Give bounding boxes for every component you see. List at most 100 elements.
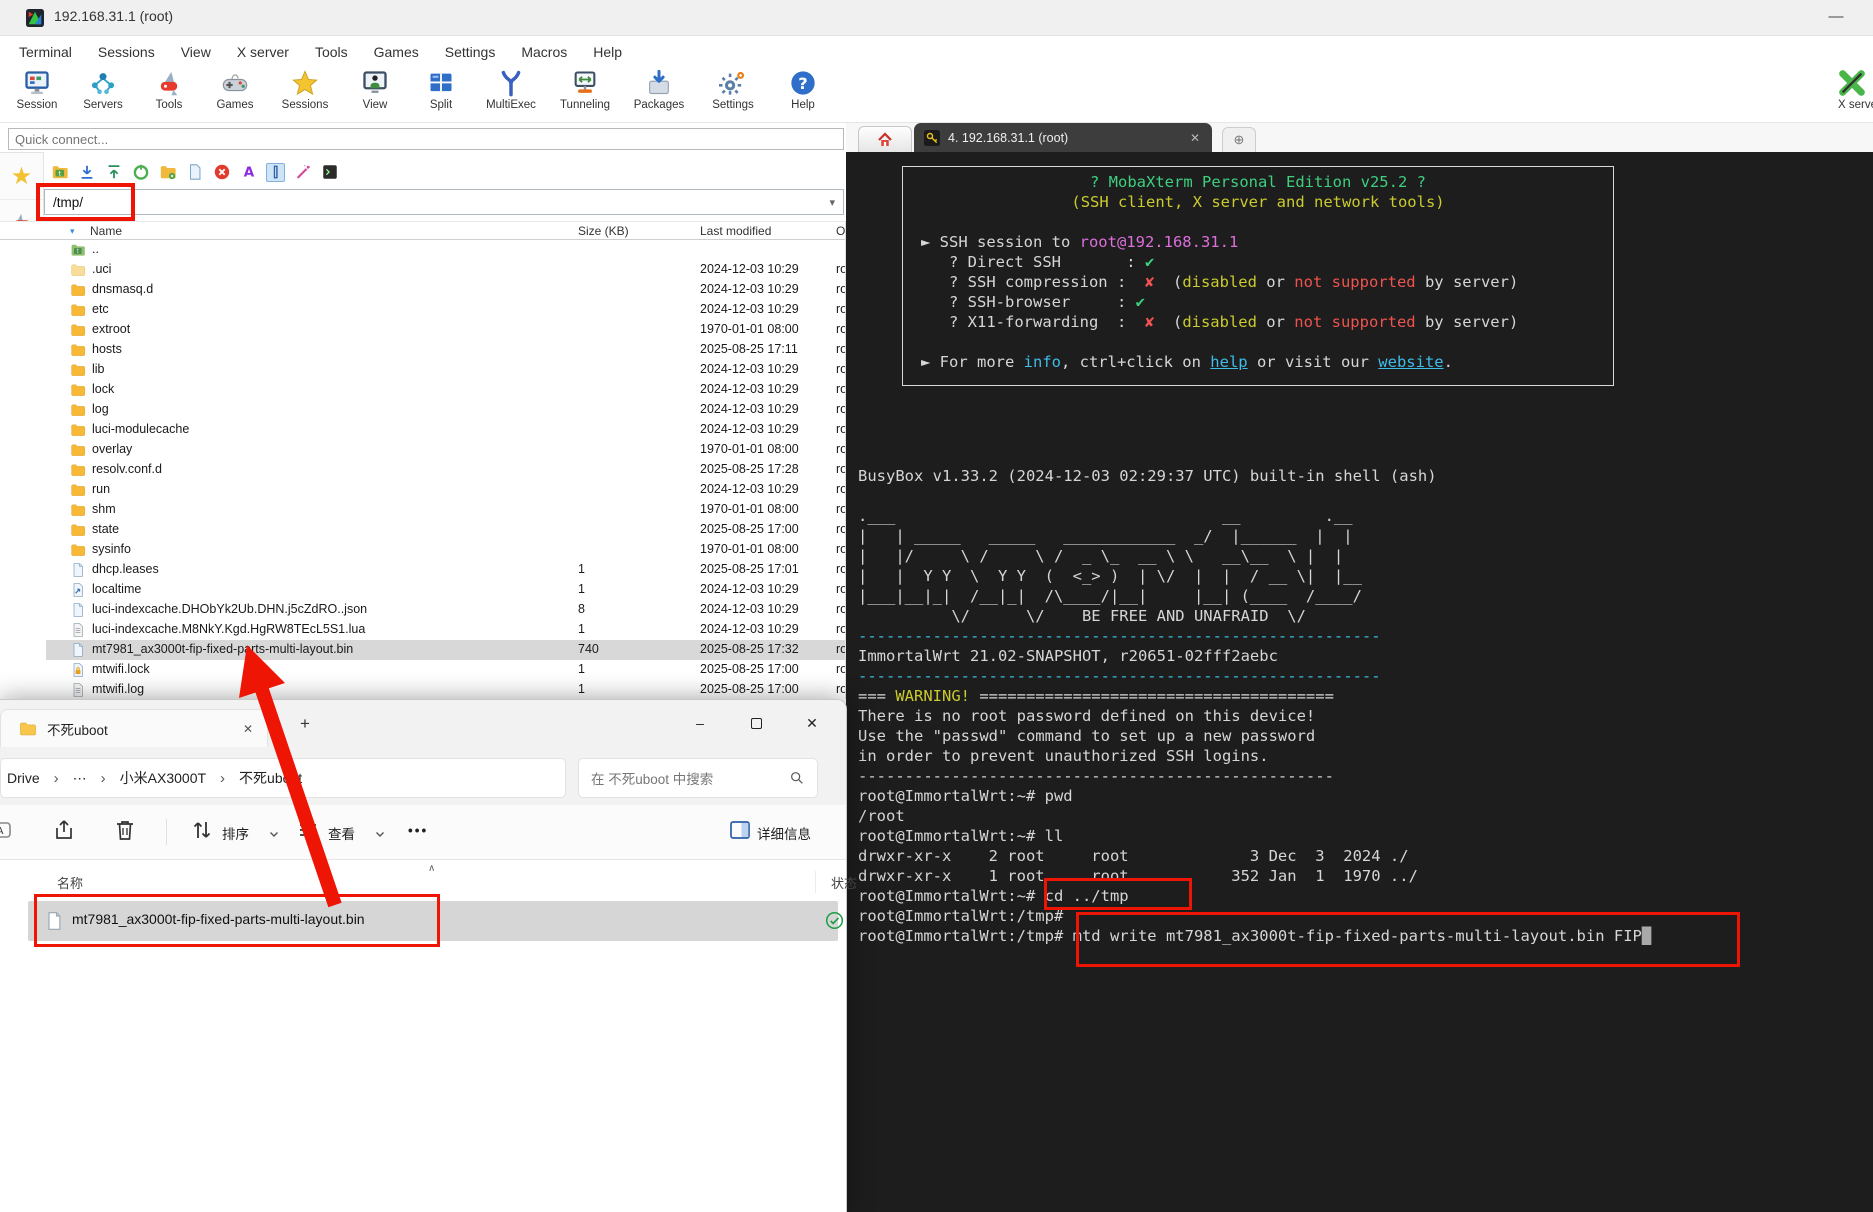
explorer-minimize-button[interactable]: –	[674, 706, 726, 740]
file-owner: ro	[836, 522, 845, 536]
upload-icon[interactable]	[104, 163, 123, 182]
home-tab[interactable]	[858, 126, 912, 152]
toolbar-servers[interactable]: Servers	[70, 66, 136, 111]
sftp-row-localtime[interactable]: localtime 1 2024-12-03 10:29 ro	[46, 580, 845, 600]
menu-terminal[interactable]: Terminal	[6, 37, 85, 66]
explorer-tab[interactable]: 不死uboot ✕	[0, 709, 268, 747]
font-icon[interactable]: A	[239, 163, 258, 182]
menu-settings[interactable]: Settings	[432, 37, 509, 66]
terminal[interactable]: ? MobaXterm Personal Edition v25.2 ? (SSH…	[846, 152, 1873, 1212]
sftp-row-log[interactable]: log 2024-12-03 10:29 ro	[46, 400, 845, 420]
explorer-close-button[interactable]: ✕	[786, 706, 838, 740]
terminal-icon[interactable]	[320, 163, 339, 182]
sftp-path-value[interactable]: /tmp/	[45, 195, 829, 210]
more-button[interactable]: •••	[408, 823, 428, 838]
toolbar-split[interactable]: Split	[408, 66, 474, 111]
toolbar-games[interactable]: Games	[202, 66, 268, 111]
new-tab-button[interactable]: ⊕	[1222, 127, 1256, 152]
menu-x-server[interactable]: X server	[224, 37, 302, 66]
toolbar-help[interactable]: ? Help	[770, 66, 836, 111]
breadcrumb-item[interactable]: Drive	[1, 770, 46, 786]
explorer-search-box[interactable]: 在 不死uboot 中搜索	[578, 758, 818, 798]
sort-triangle-icon[interactable]: ▾	[70, 226, 75, 237]
explorer-column-name[interactable]: 名称	[57, 873, 83, 892]
rename-button[interactable]: A	[0, 818, 16, 846]
menu-sessions[interactable]: Sessions	[85, 37, 168, 66]
breadcrumb[interactable]: Drive › ⋯ › 小米AX3000T › 不死uboot	[0, 758, 566, 798]
minimize-button[interactable]: —	[1812, 2, 1860, 32]
toolbar-tools[interactable]: Tools	[136, 66, 202, 111]
share-button[interactable]	[52, 818, 80, 846]
file-modified: 2025-08-25 17:00	[700, 522, 799, 536]
breadcrumb-item[interactable]: ⋯	[67, 770, 93, 787]
new-folder-icon[interactable]	[158, 163, 177, 182]
toolbar-multiexec[interactable]: MultiExec	[474, 66, 548, 111]
sftp-row-etc[interactable]: etc 2024-12-03 10:29 ro	[46, 300, 845, 320]
sftp-row-luci-indexcache.M8NkY.Kgd.HgRW8TEcL5S1.lua[interactable]: luci-indexcache.M8NkY.Kgd.HgRW8TEcL5S1.l…	[46, 620, 845, 640]
text-cursor-icon[interactable]	[266, 162, 285, 182]
sftp-row-lib[interactable]: lib 2024-12-03 10:29 ro	[46, 360, 845, 380]
explorer-maximize-button[interactable]	[730, 706, 782, 740]
breadcrumb-item[interactable]: 不死uboot	[233, 768, 308, 788]
toolbar-packages[interactable]: Packages	[622, 66, 696, 111]
sftp-row-resolv.conf.d[interactable]: resolv.conf.d 2025-08-25 17:28 ro	[46, 460, 845, 480]
sftp-row-overlay[interactable]: overlay 1970-01-01 08:00 ro	[46, 440, 845, 460]
sftp-row-mt7981_ax3000t-fip-fixed-parts-multi-layout.bin[interactable]: mt7981_ax3000t-fip-fixed-parts-multi-lay…	[46, 640, 845, 660]
view-button[interactable]: 查看	[328, 823, 355, 843]
sort-button[interactable]: 排序	[222, 823, 249, 843]
explorer-column-status[interactable]: 状态	[831, 873, 857, 892]
column-name[interactable]: Name	[90, 224, 122, 238]
chevron-down-icon[interactable]: ▾	[829, 196, 843, 209]
toolbar-sessions[interactable]: Sessions	[268, 66, 342, 111]
tmp-folder-icon[interactable]: t	[50, 163, 69, 182]
terminal-tab-active[interactable]: 4. 192.168.31.1 (root) ✕	[914, 123, 1212, 152]
toolbar-xserver[interactable]: X server	[1838, 69, 1873, 111]
breadcrumb-item[interactable]: 小米AX3000T	[114, 768, 212, 788]
sftp-row-run[interactable]: run 2024-12-03 10:29 ro	[46, 480, 845, 500]
sftp-row-luci-modulecache[interactable]: luci-modulecache 2024-12-03 10:29 ro	[46, 420, 845, 440]
sftp-path-bar[interactable]: /tmp/ ▾	[44, 189, 844, 215]
details-button[interactable]: 详细信息	[757, 823, 811, 843]
menu-games[interactable]: Games	[361, 37, 432, 66]
refresh-icon[interactable]	[131, 163, 150, 182]
menu-macros[interactable]: Macros	[508, 37, 580, 66]
column-modified[interactable]: Last modified	[700, 224, 771, 238]
toolbar-tunneling[interactable]: Tunneling	[548, 66, 622, 111]
file-lines-icon	[70, 622, 86, 638]
explorer-column-headers: 名称 ∧ 状态	[0, 863, 857, 899]
new-file-icon[interactable]	[185, 163, 204, 182]
sftp-row-sysinfo[interactable]: sysinfo 1970-01-01 08:00 ro	[46, 540, 845, 560]
sftp-row-hosts[interactable]: hosts 2025-08-25 17:11 ro	[46, 340, 845, 360]
tab-close-icon[interactable]: ✕	[1190, 131, 1200, 145]
menu-tools[interactable]: Tools	[302, 37, 361, 66]
toolbar-session[interactable]: Session	[4, 66, 70, 111]
sftp-row-luci-indexcache.DHObYk2Ub.DHN.j5cZdRO..json[interactable]: luci-indexcache.DHObYk2Ub.DHN.j5cZdRO..j…	[46, 600, 845, 620]
column-size[interactable]: Size (KB)	[578, 224, 629, 238]
explorer-file-row[interactable]: mt7981_ax3000t-fip-fixed-parts-multi-lay…	[28, 901, 844, 941]
toolbar-settings[interactable]: Settings	[696, 66, 770, 111]
sftp-row-extroot[interactable]: extroot 1970-01-01 08:00 ro	[46, 320, 845, 340]
column-owner[interactable]: O	[836, 224, 845, 238]
sftp-row-state[interactable]: state 2025-08-25 17:00 ro	[46, 520, 845, 540]
sftp-row-..[interactable]: t..	[46, 240, 845, 260]
svg-text:A: A	[243, 165, 254, 181]
delete-button[interactable]	[113, 818, 141, 846]
sftp-row-.uci[interactable]: .uci 2024-12-03 10:29 ro	[46, 260, 845, 280]
sftp-row-mtwifi.log[interactable]: mtwifi.log 1 2025-08-25 17:00 ro	[46, 680, 845, 699]
favorites-button[interactable]: ★	[0, 153, 43, 200]
explorer-tab-close-icon[interactable]: ✕	[243, 722, 253, 736]
explorer-new-tab-button[interactable]: +	[300, 714, 310, 734]
sftp-row-dnsmasq.d[interactable]: dnsmasq.d 2024-12-03 10:29 ro	[46, 280, 845, 300]
sftp-row-mtwifi.lock[interactable]: mtwifi.lock 1 2025-08-25 17:00 ro	[46, 660, 845, 680]
sftp-row-dhcp.leases[interactable]: dhcp.leases 1 2025-08-25 17:01 ro	[46, 560, 845, 580]
delete-icon[interactable]	[212, 163, 231, 182]
quick-connect-input[interactable]	[8, 128, 844, 150]
menu-view[interactable]: View	[168, 37, 224, 66]
terminal-line: in order to prevent unauthorized SSH log…	[858, 746, 1651, 766]
toolbar-view[interactable]: View	[342, 66, 408, 111]
wand-icon[interactable]	[293, 163, 312, 182]
sftp-row-shm[interactable]: shm 1970-01-01 08:00 ro	[46, 500, 845, 520]
menu-help[interactable]: Help	[580, 37, 635, 66]
download-icon[interactable]	[77, 163, 96, 182]
sftp-row-lock[interactable]: lock 2024-12-03 10:29 ro	[46, 380, 845, 400]
